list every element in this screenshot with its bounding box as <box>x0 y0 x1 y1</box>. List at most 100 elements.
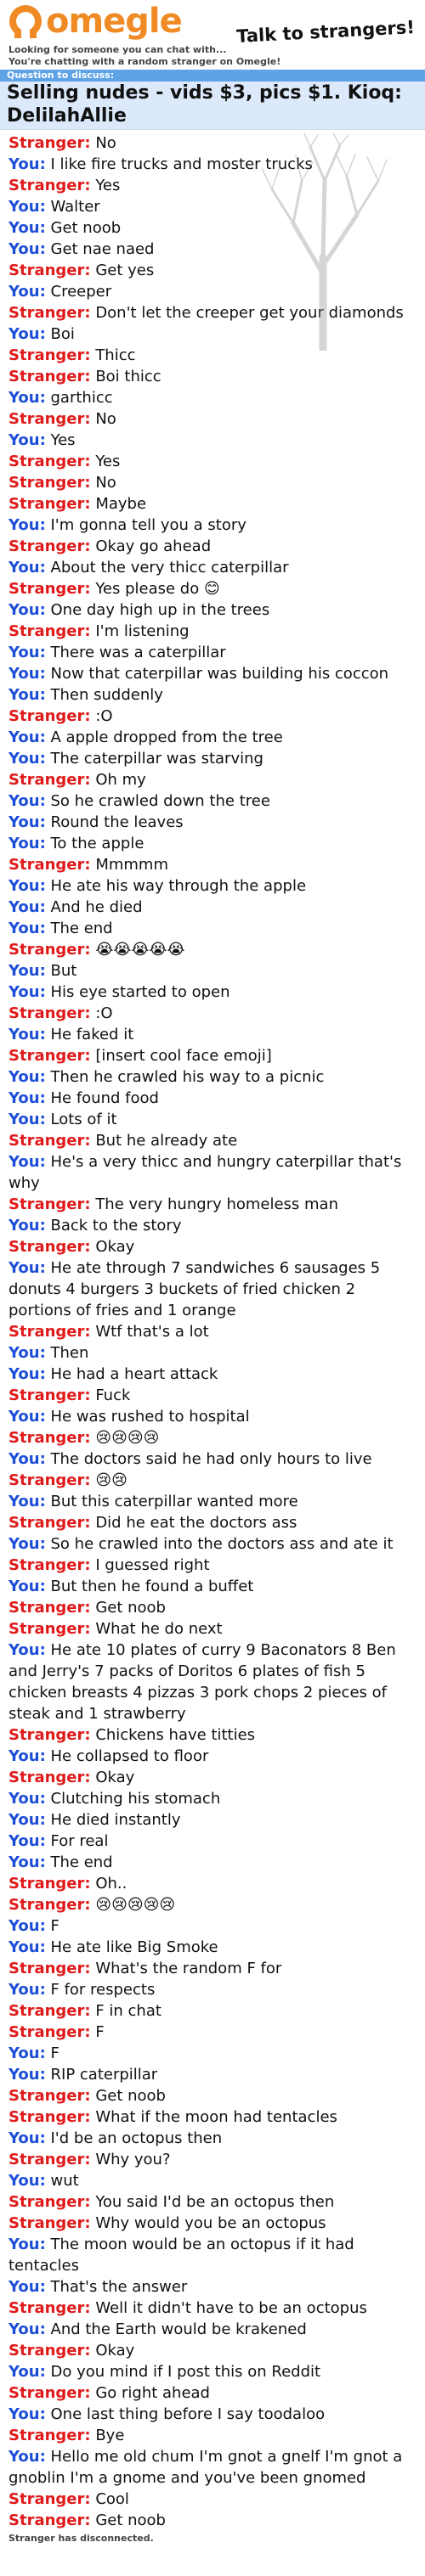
message-text: He collapsed to floor <box>50 1747 209 1765</box>
speaker-you-label: You: <box>8 1026 46 1043</box>
speaker-stranger-label: Stranger: <box>8 1195 91 1213</box>
speaker-you-label: You: <box>8 1790 46 1808</box>
message-text: No <box>95 474 116 492</box>
message-text: Boi thicc <box>95 368 162 385</box>
chat-message: Stranger: Why would you be an octopus <box>8 2213 416 2234</box>
message-text: Get noob <box>95 2087 166 2105</box>
speaker-you-label: You: <box>8 283 46 301</box>
speaker-you-label: You: <box>8 155 46 173</box>
message-text: He ate through 7 sandwiches 6 sausages 5… <box>8 1259 381 1319</box>
chat-message: You: F <box>8 1915 416 1937</box>
message-text: The very hungry homeless man <box>95 1195 338 1213</box>
speaker-stranger-label: Stranger: <box>8 1471 91 1489</box>
speaker-you-label: You: <box>8 665 46 683</box>
speaker-you-label: You: <box>8 792 46 810</box>
chat-message: Stranger: Okay <box>8 1236 416 1257</box>
speaker-you-label: You: <box>8 644 46 661</box>
chat-message: Stranger: Get noob <box>8 2085 416 2106</box>
message-text: And the Earth would be krakened <box>50 2320 307 2338</box>
message-text: To the apple <box>50 835 144 852</box>
speaker-you-label: You: <box>8 1578 46 1595</box>
chat-message: Stranger: Oh my <box>8 769 416 790</box>
chat-message: Stranger: Get yes <box>8 260 416 281</box>
chat-message: You: Hello me old chum I'm gnot a gnelf … <box>8 2446 416 2489</box>
chat-message: Stranger: Go right ahead <box>8 2382 416 2404</box>
message-text: About the very thicc caterpillar <box>50 559 289 577</box>
chat-message: Stranger: No <box>8 472 416 493</box>
message-text: Thicc <box>95 346 136 364</box>
message-text: RIP caterpillar <box>50 2066 158 2084</box>
speaker-stranger-label: Stranger: <box>8 2193 91 2211</box>
chat-message: You: He had a heart attack <box>8 1364 416 1385</box>
chat-message: Stranger: 😭😭😭😭😭 <box>8 939 416 960</box>
message-text: The moon would be an octopus if it had t… <box>8 2236 354 2275</box>
message-text: Wtf that's a lot <box>95 1323 209 1341</box>
chat-message: You: Boi <box>8 323 416 345</box>
chat-message: You: wut <box>8 2170 416 2191</box>
speaker-you-label: You: <box>8 920 46 937</box>
chat-message: You: There was a caterpillar <box>8 642 416 663</box>
message-text: A apple dropped from the tree <box>50 728 283 746</box>
chat-message: Stranger: :O <box>8 1003 416 1024</box>
chat-message: Stranger: Don't let the creeper get your… <box>8 302 416 323</box>
chat-message: You: Then he crawled his way to a picnic <box>8 1066 416 1088</box>
chat-message: You: Creeper <box>8 281 416 302</box>
speaker-stranger-label: Stranger: <box>8 580 91 598</box>
header: omegle Talk to strangers! <box>0 0 425 47</box>
message-text: F for respects <box>50 1981 156 1999</box>
speaker-you-label: You: <box>8 325 46 343</box>
speaker-you-label: You: <box>8 813 46 831</box>
speaker-stranger-label: Stranger: <box>8 537 91 555</box>
chat-message: You: RIP caterpillar <box>8 2064 416 2085</box>
chat-message: You: garthicc <box>8 387 416 408</box>
message-text: Mmmmm <box>95 856 168 874</box>
chat-message: You: Get nae naed <box>8 239 416 260</box>
message-text: Maybe <box>95 495 147 513</box>
message-text: Why would you be an octopus <box>95 2214 326 2232</box>
message-text: Get nae naed <box>50 240 155 258</box>
chat-message: Stranger: Maybe <box>8 493 416 515</box>
message-text: What if the moon had tentacles <box>95 2108 337 2126</box>
chat-message: Stranger: Bye <box>8 2425 416 2446</box>
speaker-stranger-label: Stranger: <box>8 1599 91 1617</box>
message-text: Creeper <box>50 283 112 301</box>
message-text: Do you mind if I post this on Reddit <box>50 2363 321 2381</box>
speaker-you-label: You: <box>8 1747 46 1765</box>
speaker-you-label: You: <box>8 2129 46 2147</box>
chat-message: You: He found food <box>8 1088 416 1109</box>
message-text: He ate his way through the apple <box>50 877 307 895</box>
message-text: But this caterpillar wanted more <box>50 1493 298 1510</box>
speaker-you-label: You: <box>8 2320 46 2338</box>
message-text: 😢😢😢😢😢 <box>95 1896 176 1914</box>
speaker-you-label: You: <box>8 2044 46 2062</box>
chat-message: Stranger: The very hungry homeless man <box>8 1194 416 1215</box>
speaker-you-label: You: <box>8 898 46 916</box>
speaker-you-label: You: <box>8 1981 46 1999</box>
message-text: Get noob <box>50 219 122 237</box>
message-text: So he crawled into the doctors ass and a… <box>50 1535 394 1553</box>
speaker-you-label: You: <box>8 686 46 704</box>
message-text: Why you? <box>95 2151 171 2168</box>
speaker-stranger-label: Stranger: <box>8 134 91 152</box>
chat-message: Stranger: Yes <box>8 451 416 472</box>
chat-message: Stranger: What he do next <box>8 1618 416 1640</box>
omegle-logo[interactable]: omegle <box>7 2 183 41</box>
message-text: Fuck <box>95 1386 131 1404</box>
chat-message: You: About the very thicc caterpillar <box>8 557 416 578</box>
speaker-stranger-label: Stranger: <box>8 1132 91 1150</box>
speaker-stranger-label: Stranger: <box>8 453 91 470</box>
message-text: Then <box>50 1344 89 1362</box>
chat-message: You: A apple dropped from the tree <box>8 727 416 748</box>
chat-message: Stranger: Why you? <box>8 2149 416 2170</box>
question-label: Question to discuss: <box>0 70 425 82</box>
speaker-you-label: You: <box>8 983 46 1001</box>
chat-message: Stranger: 😢😢 <box>8 1470 416 1491</box>
chat-message: You: But <box>8 960 416 981</box>
speaker-you-label: You: <box>8 601 46 619</box>
speaker-you-label: You: <box>8 431 46 449</box>
speaker-stranger-label: Stranger: <box>8 1726 91 1744</box>
speaker-stranger-label: Stranger: <box>8 368 91 385</box>
chat-message: Stranger: F in chat <box>8 2000 416 2022</box>
message-text: There was a caterpillar <box>50 644 226 661</box>
speaker-you-label: You: <box>8 2448 46 2466</box>
